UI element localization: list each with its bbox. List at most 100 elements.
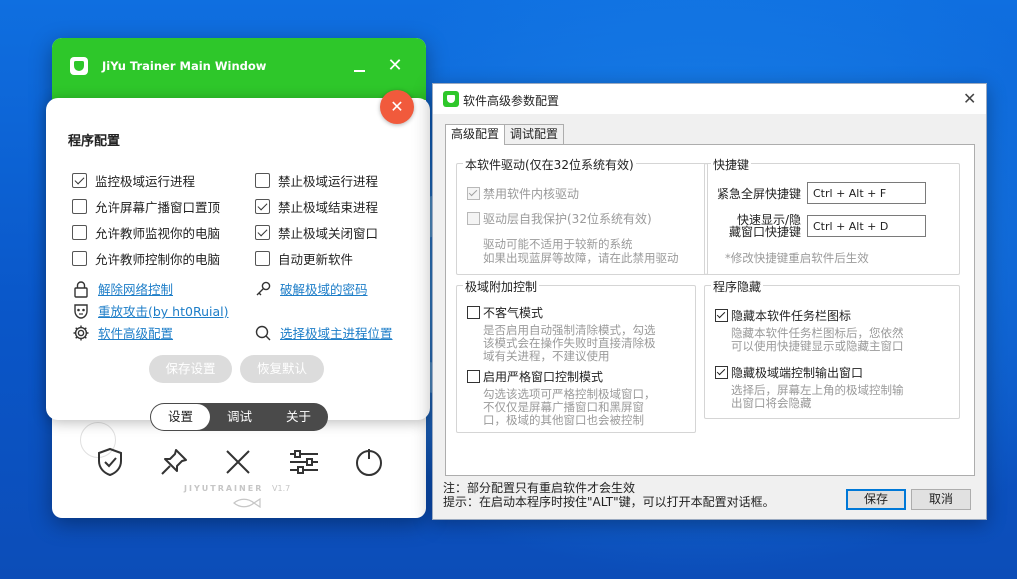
- tab-debug[interactable]: 调试: [210, 404, 269, 430]
- tab-advanced-config[interactable]: 高级配置: [445, 124, 506, 145]
- fish-logo-icon: [233, 498, 261, 508]
- driver-note-1: 驱动可能不适用于较新的系统: [483, 237, 633, 251]
- brand-label: JIYUTRAINER: [184, 484, 264, 493]
- dialog-title: 软件高级参数配置: [463, 94, 560, 108]
- strict-window-mode-checkbox[interactable]: 启用严格窗口控制模式: [467, 368, 603, 385]
- version-label: V1.7: [272, 484, 291, 493]
- select-process-link[interactable]: 选择极域主进程位置: [254, 323, 393, 342]
- sliders-icon[interactable]: [288, 446, 320, 478]
- dialog-tabs: 高级配置 调试配置: [445, 124, 565, 145]
- checkbox-box: [255, 251, 270, 266]
- minimize-button[interactable]: [352, 60, 368, 76]
- tab-debug-config[interactable]: 调试配置: [504, 124, 565, 144]
- right-option-checkbox-1[interactable]: 禁止极域结束进程: [255, 197, 378, 216]
- tab-settings[interactable]: 设置: [151, 404, 210, 430]
- extra-control-group: 极域附加控制 不客气模式 是否启用自动强制清除模式，勾选 该模式会在操作失败时直…: [456, 278, 696, 433]
- fullscreen-hotkey-input[interactable]: [807, 182, 926, 204]
- tab-about[interactable]: 关于: [269, 404, 328, 430]
- lock-icon: [74, 280, 88, 298]
- hotkey-group-title: 快捷键: [711, 156, 752, 173]
- hide-taskbar-icon-checkbox[interactable]: 隐藏本软件任务栏图标: [715, 307, 851, 324]
- driver-self-protect-checkbox[interactable]: 驱动层自我保护(32位系统有效): [467, 210, 652, 227]
- shield-icon[interactable]: [94, 446, 126, 478]
- window-close-button[interactable]: ✕: [386, 57, 404, 75]
- replay-attack-label[interactable]: 重放攻击(by ht0Ruial): [98, 301, 229, 320]
- program-hide-group: 程序隐藏 隐藏本软件任务栏图标 隐藏本软件任务栏图标后，您依然 可以使用快捷键显…: [704, 278, 960, 419]
- checkbox-box: [715, 366, 728, 379]
- checkbox-label: 禁用软件内核驱动: [483, 187, 580, 201]
- checkbox-label: 隐藏本软件任务栏图标: [731, 309, 852, 323]
- extra-control-group-title: 极域附加控制: [463, 278, 540, 295]
- right-option-checkbox-0[interactable]: 禁止极域运行进程: [255, 171, 378, 190]
- right-option-checkbox-2[interactable]: 禁止极域关闭窗口: [255, 223, 378, 242]
- dialog-save-button[interactable]: 保存: [846, 489, 906, 510]
- dialog-cancel-button[interactable]: 取消: [911, 489, 971, 510]
- card-heading: 程序配置: [68, 134, 121, 149]
- hide-output-window-checkbox[interactable]: 隐藏极域端控制输出窗口: [715, 364, 863, 381]
- key-icon: [256, 281, 271, 295]
- checkbox-box: [72, 251, 87, 266]
- aggressive-note-3: 域有关进程，不建议使用: [483, 349, 610, 363]
- left-option-checkbox-2[interactable]: 允许教师监视你的电脑: [72, 223, 220, 242]
- dialog-close-button[interactable]: ✕: [963, 89, 976, 108]
- checkbox-label: 禁止极域关闭窗口: [278, 226, 379, 241]
- checkbox-box: [467, 187, 480, 200]
- unlock-network-link[interactable]: 解除网络控制: [72, 279, 173, 298]
- hotkey-note: *修改快捷键重启软件后生效: [725, 251, 869, 265]
- strict-note-3: 口，极域的其他窗口也会被控制: [483, 413, 644, 427]
- replay-attack-link[interactable]: 重放攻击(by ht0Ruial): [72, 301, 229, 320]
- hotkey-group: 快捷键 紧急全屏快捷键 快速显示/隐 藏窗口快捷键 *修改快捷键重启软件后生效: [704, 156, 960, 275]
- driver-group-title: 本软件驱动(仅在32位系统有效): [463, 156, 636, 173]
- advanced-config-link[interactable]: 软件高级配置: [72, 323, 173, 342]
- program-hide-group-title: 程序隐藏: [711, 278, 764, 295]
- checkbox-label: 启用严格窗口控制模式: [483, 370, 604, 384]
- select-process-label[interactable]: 选择极域主进程位置: [280, 323, 393, 342]
- advanced-config-label[interactable]: 软件高级配置: [98, 323, 173, 342]
- checkbox-box: [715, 309, 728, 322]
- checkbox-label: 不客气模式: [483, 306, 544, 320]
- checkbox-box: [255, 173, 270, 188]
- footer-tip: 提示：在启动本程序时按住"ALT"键，可以打开本配置对话框。: [443, 495, 775, 509]
- driver-group: 本软件驱动(仅在32位系统有效) 禁用软件内核驱动 驱动层自我保护(32位系统有…: [456, 156, 708, 275]
- checkbox-label: 允许教师监视你的电脑: [95, 226, 221, 241]
- power-icon[interactable]: [353, 446, 385, 478]
- disable-kernel-driver-checkbox[interactable]: 禁用软件内核驱动: [467, 185, 579, 202]
- checkbox-label: 允许屏幕广播窗口置顶: [95, 200, 221, 215]
- aggressive-mode-checkbox[interactable]: 不客气模式: [467, 304, 543, 321]
- tab-panel: 本软件驱动(仅在32位系统有效) 禁用软件内核驱动 驱动层自我保护(32位系统有…: [445, 144, 975, 476]
- left-option-checkbox-0[interactable]: 监控极域运行进程: [72, 171, 195, 190]
- crack-password-label[interactable]: 破解极域的密码: [280, 279, 368, 298]
- gear-icon: [73, 325, 89, 340]
- hide-output-note-2: 出窗口将会隐藏: [731, 396, 812, 410]
- dialog-title-bar[interactable]: 软件高级参数配置 ✕: [433, 84, 986, 114]
- left-option-checkbox-3[interactable]: 允许教师控制你的电脑: [72, 249, 220, 268]
- right-option-checkbox-3[interactable]: 自动更新软件: [255, 249, 353, 268]
- jiyu-window-title: JiYu Trainer Main Window: [102, 59, 267, 73]
- cross-icon[interactable]: [222, 446, 254, 478]
- search-icon: [255, 325, 271, 340]
- checkbox-box: [72, 173, 87, 188]
- checkbox-label: 禁止极域结束进程: [278, 200, 379, 215]
- checkbox-box: [467, 212, 480, 225]
- jiyu-logo-icon: [70, 57, 88, 75]
- checkbox-label: 监控极域运行进程: [95, 174, 196, 189]
- unlock-network-label[interactable]: 解除网络控制: [98, 279, 173, 298]
- checkbox-box: [72, 199, 87, 214]
- left-option-checkbox-1[interactable]: 允许屏幕广播窗口置顶: [72, 197, 220, 216]
- crack-password-link[interactable]: 破解极域的密码: [254, 279, 368, 298]
- pin-icon[interactable]: [158, 446, 190, 478]
- mask-icon: [74, 303, 88, 319]
- checkbox-box: [255, 199, 270, 214]
- jiyu-toolbar: [52, 438, 426, 488]
- app-icon: [443, 91, 459, 107]
- restore-default-button[interactable]: 恢复默认: [240, 355, 324, 383]
- checkbox-box: [467, 370, 480, 383]
- checkbox-box: [467, 306, 480, 319]
- checkbox-label: 允许教师控制你的电脑: [95, 252, 221, 267]
- hide-taskbar-note-2: 可以使用快捷键显示或隐藏主窗口: [731, 339, 904, 353]
- jiyu-title-bar[interactable]: JiYu Trainer Main Window ✕: [52, 38, 426, 100]
- show-hide-hotkey-label-2: 藏窗口快捷键: [728, 225, 801, 239]
- save-settings-button[interactable]: 保存设置: [149, 355, 232, 383]
- show-hide-hotkey-input[interactable]: [807, 215, 926, 237]
- card-close-button[interactable]: ✕: [380, 90, 414, 124]
